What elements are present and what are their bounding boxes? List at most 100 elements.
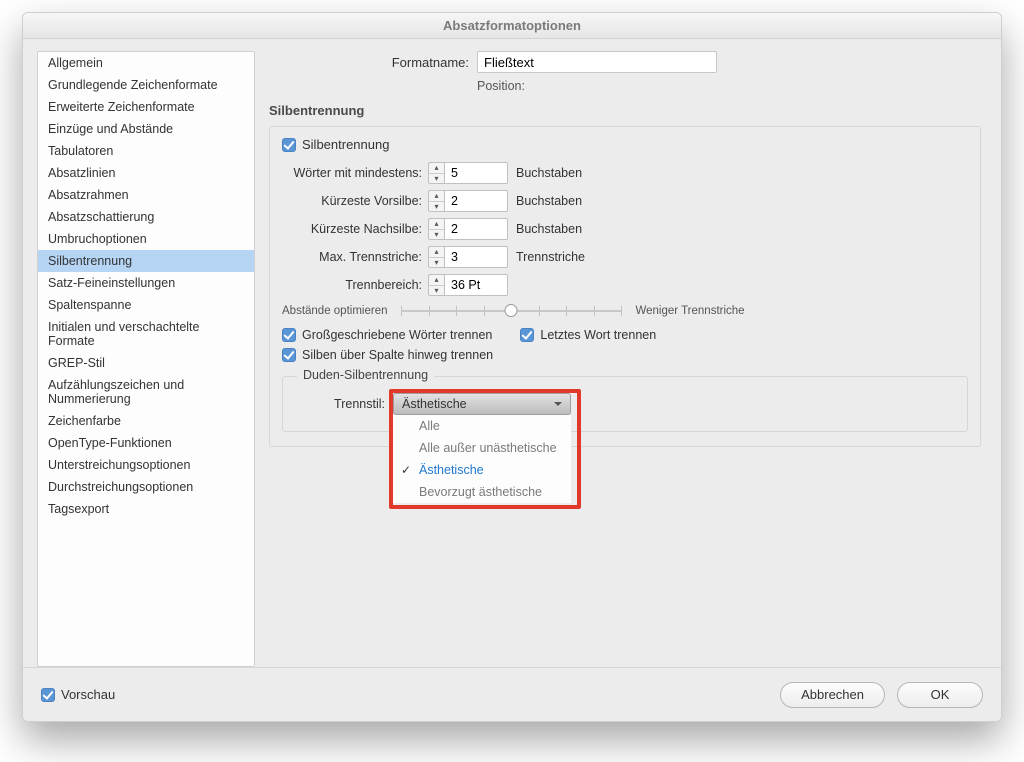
stepper-arrows[interactable]: ▴▾ [428,246,444,268]
spacing-slider[interactable] [401,304,621,318]
sidebar-item[interactable]: Tabulatoren [38,140,254,162]
cancel-button[interactable]: Abbrechen [780,682,885,708]
enable-hyphenation-label: Silbentrennung [302,137,389,152]
hyphenation-fieldset: Silbentrennung Wörter mit mindestens:▴▾B… [269,126,981,447]
numeric-row: Max. Trennstriche: ▴▾ Trennstriche [282,246,968,268]
trennstil-menu-item[interactable]: Bevorzugt ästhetische [393,481,571,503]
dialog-footer: Vorschau Abbrechen OK [23,667,1001,721]
stepper-arrows[interactable]: ▴▾ [428,162,444,184]
enable-hyphenation[interactable]: Silbentrennung [282,137,968,152]
vorschau-checkbox[interactable] [41,688,55,702]
sidebar-item[interactable]: Einzüge und Abstände [38,118,254,140]
slider-row: Abstände optimieren Wenig [282,304,968,318]
check-silben-spalte-box[interactable] [282,348,296,362]
numeric-row: Kürzeste Nachsilbe: ▴▾ Buchstaben [282,218,968,240]
sidebar-item[interactable]: Allgemein [38,52,254,74]
chevron-up-icon[interactable]: ▴ [429,163,444,174]
chevron-down-icon[interactable]: ▾ [429,174,444,184]
sidebar-item[interactable]: Initialen und verschachtelte Formate [38,316,254,352]
sidebar-item[interactable]: Zeichenfarbe [38,410,254,432]
check-silben-spalte[interactable]: Silben über Spalte hinweg trennen [282,348,493,362]
chevron-down-icon[interactable]: ▾ [429,258,444,268]
check-silben-spalte-label: Silben über Spalte hinweg trennen [302,348,493,362]
check-letztes-wort[interactable]: Letztes Wort trennen [520,328,656,342]
sidebar-item[interactable]: Grundlegende Zeichenformate [38,74,254,96]
formatname-row: Formatname: [269,51,981,73]
sidebar-item[interactable]: Erweiterte Zeichenformate [38,96,254,118]
enable-hyphenation-checkbox[interactable] [282,138,296,152]
ok-button[interactable]: OK [897,682,983,708]
vorschau-toggle[interactable]: Vorschau [41,687,115,702]
sidebar-item[interactable]: Tagsexport [38,498,254,520]
numeric-stepper[interactable]: ▴▾ [428,274,508,296]
sidebar-item[interactable]: Absatzschattierung [38,206,254,228]
stepper-arrows[interactable]: ▴▾ [428,274,444,296]
duden-legend: Duden-Silbentrennung [297,368,434,382]
sidebar-item[interactable]: Spaltenspanne [38,294,254,316]
numeric-unit: Buchstaben [516,166,582,180]
trennstil-menu[interactable]: AlleAlle außer unästhetischeÄsthetischeB… [393,415,571,503]
numeric-label: Wörter mit mindestens: [282,166,422,180]
sidebar-item[interactable]: Unterstreichungsoptionen [38,454,254,476]
sidebar-item[interactable]: Absatzrahmen [38,184,254,206]
slider-right-label: Weniger Trennstriche [635,305,744,317]
sidebar-item[interactable]: Absatzlinien [38,162,254,184]
stepper-arrows[interactable]: ▴▾ [428,190,444,212]
numeric-label: Max. Trennstriche: [282,250,422,264]
check-grossgeschrieben-box[interactable] [282,328,296,342]
numeric-stepper[interactable]: ▴▾ [428,218,508,240]
sidebar-item[interactable]: OpenType-Funktionen [38,432,254,454]
chevron-down-icon[interactable]: ▾ [429,202,444,212]
check-grossgeschrieben[interactable]: Großgeschriebene Wörter trennen [282,328,492,342]
numeric-label: Trennbereich: [282,278,422,292]
formatname-input[interactable] [477,51,717,73]
numeric-input[interactable] [444,274,508,296]
slider-left-label: Abstände optimieren [282,305,387,317]
numeric-row: Trennbereich: ▴▾ [282,274,968,296]
sidebar-item[interactable]: Umbruchoptionen [38,228,254,250]
category-sidebar: AllgemeinGrundlegende ZeichenformateErwe… [37,51,255,667]
check-letztes-wort-label: Letztes Wort trennen [540,328,656,342]
trennstil-dropdown-value: Ästhetische [402,397,467,411]
chevron-up-icon[interactable]: ▴ [429,219,444,230]
check-letztes-wort-box[interactable] [520,328,534,342]
trennstil-dropdown[interactable]: Ästhetische [393,393,571,415]
chevron-down-icon[interactable]: ▾ [429,286,444,296]
section-title: Silbentrennung [269,103,981,118]
window-title: Absatzformatoptionen [23,13,1001,39]
sidebar-item[interactable]: Silbentrennung [38,250,254,272]
numeric-input[interactable] [444,190,508,212]
main-panel: Formatname: Position: Silbentrennung Sil… [255,51,987,667]
sidebar-item[interactable]: Aufzählungszeichen und Nummerierung [38,374,254,410]
content-area: AllgemeinGrundlegende ZeichenformateErwe… [23,39,1001,667]
chevron-down-icon[interactable]: ▾ [429,230,444,240]
chevron-up-icon[interactable]: ▴ [429,247,444,258]
numeric-input[interactable] [444,162,508,184]
numeric-unit: Buchstaben [516,222,582,236]
sidebar-item[interactable]: GREP-Stil [38,352,254,374]
numeric-unit: Buchstaben [516,194,582,208]
numeric-stepper[interactable]: ▴▾ [428,162,508,184]
trennstil-label: Trennstil: [295,393,385,411]
chevron-up-icon[interactable]: ▴ [429,275,444,286]
slider-knob[interactable] [505,304,518,317]
sidebar-item[interactable]: Durchstreichungsoptionen [38,476,254,498]
stepper-arrows[interactable]: ▴▾ [428,218,444,240]
position-label: Position: [477,79,981,93]
trennstil-menu-item[interactable]: Ästhetische [393,459,571,481]
duden-fieldset: Duden-Silbentrennung Trennstil: Ästhetis… [282,376,968,432]
sidebar-item[interactable]: Satz-Feineinstellungen [38,272,254,294]
numeric-input[interactable] [444,246,508,268]
trennstil-menu-item[interactable]: Alle [393,415,571,437]
numeric-label: Kürzeste Nachsilbe: [282,222,422,236]
numeric-unit: Trennstriche [516,250,585,264]
trennstil-dropdown-wrap: Ästhetische AlleAlle außer unästhetische… [393,393,571,415]
numeric-input[interactable] [444,218,508,240]
chevron-up-icon[interactable]: ▴ [429,191,444,202]
trennstil-menu-item[interactable]: Alle außer unästhetische [393,437,571,459]
vorschau-label: Vorschau [61,687,115,702]
numeric-stepper[interactable]: ▴▾ [428,246,508,268]
dialog-window: Absatzformatoptionen AllgemeinGrundlegen… [22,12,1002,722]
numeric-stepper[interactable]: ▴▾ [428,190,508,212]
formatname-label: Formatname: [269,55,469,70]
